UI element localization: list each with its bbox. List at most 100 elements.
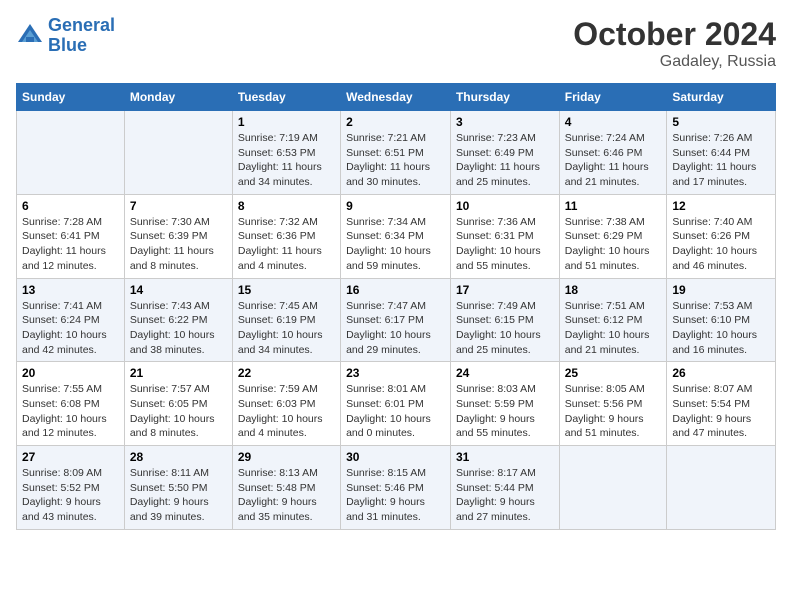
day-number: 27 [22,450,119,464]
day-info: Sunrise: 7:41 AMSunset: 6:24 PMDaylight:… [22,300,107,356]
day-number: 18 [565,283,662,297]
day-number: 16 [346,283,445,297]
weekday-header-friday: Friday [559,84,667,111]
day-number: 17 [456,283,554,297]
calendar-week-row: 27Sunrise: 8:09 AMSunset: 5:52 PMDayligh… [17,446,776,530]
weekday-header-row: SundayMondayTuesdayWednesdayThursdayFrid… [17,84,776,111]
weekday-header-tuesday: Tuesday [232,84,340,111]
day-info: Sunrise: 8:01 AMSunset: 6:01 PMDaylight:… [346,383,431,439]
day-info: Sunrise: 7:59 AMSunset: 6:03 PMDaylight:… [238,383,323,439]
calendar-cell: 21 Sunrise: 7:57 AMSunset: 6:05 PMDayligh… [124,362,232,446]
day-info: Sunrise: 7:47 AMSunset: 6:17 PMDaylight:… [346,300,431,356]
day-info: Sunrise: 7:26 AMSunset: 6:44 PMDaylight:… [672,132,756,188]
day-info: Sunrise: 7:30 AMSunset: 6:39 PMDaylight:… [130,216,214,272]
day-info: Sunrise: 8:05 AMSunset: 5:56 PMDaylight:… [565,383,645,439]
day-info: Sunrise: 7:19 AMSunset: 6:53 PMDaylight:… [238,132,322,188]
calendar-cell: 26 Sunrise: 8:07 AMSunset: 5:54 PMDayligh… [667,362,776,446]
calendar-cell: 19 Sunrise: 7:53 AMSunset: 6:10 PMDayligh… [667,278,776,362]
calendar-cell [559,446,667,530]
calendar-cell: 10 Sunrise: 7:36 AMSunset: 6:31 PMDayligh… [450,194,559,278]
calendar-title: October 2024 [573,16,776,53]
calendar-cell: 24Sunrise: 8:03 AMSunset: 5:59 PMDayligh… [450,362,559,446]
day-info: Sunrise: 7:53 AMSunset: 6:10 PMDaylight:… [672,300,757,356]
day-number: 6 [22,199,119,213]
day-number: 4 [565,115,662,129]
day-number: 26 [672,366,770,380]
day-number: 30 [346,450,445,464]
weekday-header-wednesday: Wednesday [341,84,451,111]
calendar-cell [17,111,125,195]
calendar-cell: 7Sunrise: 7:30 AMSunset: 6:39 PMDaylight… [124,194,232,278]
calendar-cell: 4Sunrise: 7:24 AMSunset: 6:46 PMDaylight… [559,111,667,195]
title-block: October 2024 Gadaley, Russia [573,16,776,71]
day-number: 31 [456,450,554,464]
day-number: 14 [130,283,227,297]
day-number: 28 [130,450,227,464]
calendar-cell: 14 Sunrise: 7:43 AMSunset: 6:22 PMDayligh… [124,278,232,362]
calendar-week-row: 20Sunrise: 7:55 AMSunset: 6:08 PMDayligh… [17,362,776,446]
day-info: Sunrise: 8:11 AMSunset: 5:50 PMDaylight:… [130,467,209,523]
day-info: Sunrise: 8:13 AMSunset: 5:48 PMDaylight:… [238,467,318,523]
logo-text-blue: Blue [48,35,87,55]
logo: General Blue [16,16,115,56]
logo-icon [16,22,44,50]
day-number: 3 [456,115,554,129]
calendar-cell: 29 Sunrise: 8:13 AMSunset: 5:48 PMDayligh… [232,446,340,530]
weekday-header-thursday: Thursday [450,84,559,111]
day-number: 13 [22,283,119,297]
day-info: Sunrise: 7:23 AMSunset: 6:49 PMDaylight:… [456,132,540,188]
day-number: 11 [565,199,662,213]
day-number: 21 [130,366,227,380]
calendar-week-row: 1 Sunrise: 7:19 AMSunset: 6:53 PMDaylight… [17,111,776,195]
calendar-week-row: 6 Sunrise: 7:28 AMSunset: 6:41 PMDaylight… [17,194,776,278]
day-info: Sunrise: 7:51 AMSunset: 6:12 PMDaylight:… [565,300,650,356]
day-number: 12 [672,199,770,213]
day-info: Sunrise: 7:32 AMSunset: 6:36 PMDaylight:… [238,216,322,272]
calendar-cell: 16 Sunrise: 7:47 AMSunset: 6:17 PMDayligh… [341,278,451,362]
day-info: Sunrise: 8:15 AMSunset: 5:46 PMDaylight:… [346,467,426,523]
day-info: Sunrise: 7:55 AMSunset: 6:08 PMDaylight:… [22,383,107,439]
weekday-header-monday: Monday [124,84,232,111]
day-info: Sunrise: 7:45 AMSunset: 6:19 PMDaylight:… [238,300,323,356]
day-info: Sunrise: 7:57 AMSunset: 6:05 PMDaylight:… [130,383,215,439]
day-info: Sunrise: 7:21 AMSunset: 6:51 PMDaylight:… [346,132,430,188]
calendar-cell: 20Sunrise: 7:55 AMSunset: 6:08 PMDayligh… [17,362,125,446]
day-info: Sunrise: 7:43 AMSunset: 6:22 PMDaylight:… [130,300,215,356]
day-number: 23 [346,366,445,380]
calendar-cell: 9Sunrise: 7:34 AMSunset: 6:34 PMDaylight… [341,194,451,278]
day-info: Sunrise: 7:49 AMSunset: 6:15 PMDaylight:… [456,300,541,356]
calendar-cell: 12 Sunrise: 7:40 AMSunset: 6:26 PMDayligh… [667,194,776,278]
day-number: 15 [238,283,335,297]
day-info: Sunrise: 7:34 AMSunset: 6:34 PMDaylight:… [346,216,431,272]
day-number: 8 [238,199,335,213]
day-number: 24 [456,366,554,380]
weekday-header-saturday: Saturday [667,84,776,111]
calendar-cell: 1 Sunrise: 7:19 AMSunset: 6:53 PMDaylight… [232,111,340,195]
day-info: Sunrise: 7:40 AMSunset: 6:26 PMDaylight:… [672,216,757,272]
calendar-cell [667,446,776,530]
calendar-week-row: 13 Sunrise: 7:41 AMSunset: 6:24 PMDayligh… [17,278,776,362]
day-info: Sunrise: 7:36 AMSunset: 6:31 PMDaylight:… [456,216,541,272]
calendar-cell: 23 Sunrise: 8:01 AMSunset: 6:01 PMDayligh… [341,362,451,446]
day-info: Sunrise: 7:38 AMSunset: 6:29 PMDaylight:… [565,216,650,272]
weekday-header-sunday: Sunday [17,84,125,111]
calendar-cell [124,111,232,195]
day-info: Sunrise: 8:07 AMSunset: 5:54 PMDaylight:… [672,383,752,439]
calendar-cell: 5 Sunrise: 7:26 AMSunset: 6:44 PMDaylight… [667,111,776,195]
logo-text-general: General [48,15,115,35]
calendar-table: SundayMondayTuesdayWednesdayThursdayFrid… [16,83,776,530]
calendar-subtitle: Gadaley, Russia [573,53,776,71]
day-number: 1 [238,115,335,129]
day-number: 19 [672,283,770,297]
day-number: 29 [238,450,335,464]
day-info: Sunrise: 7:28 AMSunset: 6:41 PMDaylight:… [22,216,106,272]
calendar-cell: 25 Sunrise: 8:05 AMSunset: 5:56 PMDayligh… [559,362,667,446]
calendar-cell: 13 Sunrise: 7:41 AMSunset: 6:24 PMDayligh… [17,278,125,362]
day-number: 10 [456,199,554,213]
day-number: 25 [565,366,662,380]
calendar-cell: 2Sunrise: 7:21 AMSunset: 6:51 PMDaylight… [341,111,451,195]
calendar-cell: 30 Sunrise: 8:15 AMSunset: 5:46 PMDayligh… [341,446,451,530]
day-number: 5 [672,115,770,129]
calendar-cell: 31Sunrise: 8:17 AMSunset: 5:44 PMDayligh… [450,446,559,530]
page-header: General Blue October 2024 Gadaley, Russi… [16,16,776,71]
